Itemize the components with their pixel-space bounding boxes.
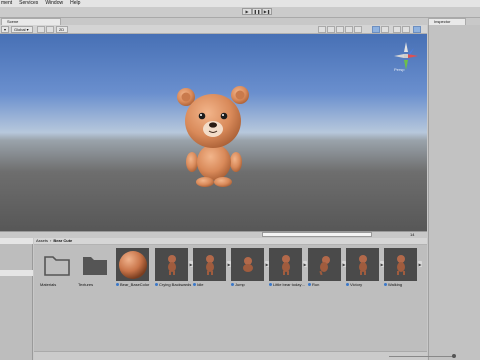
icon-size-slider-handle[interactable] xyxy=(452,354,456,358)
animation-preview-icon xyxy=(308,248,341,281)
folder-icon xyxy=(40,248,73,281)
animation-preview-icon xyxy=(384,248,417,281)
play-button[interactable]: ▶ xyxy=(242,8,252,15)
animation-type-icon xyxy=(193,283,196,287)
asset-tile-anim[interactable]: ▶ Victory xyxy=(346,248,384,293)
asset-label: Victory xyxy=(346,282,384,287)
animation-type-icon xyxy=(269,283,272,287)
asset-count-label: 14 xyxy=(410,232,415,237)
breadcrumb: Assets › Bear Cute xyxy=(34,238,427,245)
folder-tree-row[interactable] xyxy=(0,238,33,244)
scene-camera-icon[interactable] xyxy=(354,26,362,33)
inspector-panel xyxy=(428,25,480,360)
global-local-dropdown[interactable]: Global ▾ xyxy=(11,26,33,33)
draw-mode-button[interactable]: 2D xyxy=(56,26,68,33)
asset-tile-anim[interactable]: ▶ Little bear today… xyxy=(269,248,307,293)
animation-preview-icon xyxy=(269,248,302,281)
asset-label: Idle xyxy=(193,282,231,287)
pause-button[interactable]: ❚❚ xyxy=(252,8,262,15)
asset-label: Little bear today… xyxy=(269,282,307,287)
render-mode-icon[interactable] xyxy=(393,26,401,33)
icon-size-slider[interactable] xyxy=(389,356,454,357)
animation-type-icon xyxy=(346,283,349,287)
breadcrumb-bear-cute[interactable]: Bear Cute xyxy=(53,238,72,244)
asset-label: Textures xyxy=(78,282,94,287)
expand-arrow-icon[interactable]: ▶ xyxy=(418,261,422,267)
bear-character[interactable] xyxy=(172,84,256,188)
breadcrumb-assets[interactable]: Assets xyxy=(36,238,48,244)
tools-icon[interactable] xyxy=(381,26,389,33)
asset-tile-anim[interactable]: ▶ Jump xyxy=(231,248,269,293)
asset-tile-anim[interactable]: ▶ Walking xyxy=(384,248,422,293)
asset-tile-anim[interactable]: ▶ Crying Backwards xyxy=(155,248,193,293)
tab-inspector[interactable]: Inspector xyxy=(428,18,466,25)
asset-label: Walking xyxy=(384,282,422,287)
animation-preview-icon xyxy=(231,248,264,281)
menu-item-component[interactable]: ment xyxy=(1,0,12,7)
increment-snap-icon[interactable] xyxy=(46,26,54,33)
animation-type-icon xyxy=(231,283,234,287)
grid-snap-icon[interactable] xyxy=(37,26,45,33)
menu-bar: ment Services Window Help xyxy=(0,0,480,7)
animation-type-icon xyxy=(384,283,387,287)
material-type-icon xyxy=(116,283,119,287)
audio-icon[interactable] xyxy=(327,26,335,33)
project-search-input[interactable] xyxy=(262,232,372,237)
animation-preview-icon xyxy=(346,248,379,281)
asset-tile-anim[interactable]: ▶ Idle xyxy=(193,248,231,293)
animation-preview-icon xyxy=(155,248,188,281)
animation-type-icon xyxy=(155,283,158,287)
project-footer xyxy=(34,351,456,360)
tab-scene[interactable]: Scene xyxy=(1,18,61,25)
camera-icon[interactable] xyxy=(402,26,410,33)
center-pivot-dropdown[interactable]: ▾ xyxy=(1,26,9,33)
folder-tree-row[interactable] xyxy=(0,270,33,276)
asset-tile-textures[interactable]: Textures xyxy=(78,248,111,293)
asset-label: Crying Backwards xyxy=(155,282,193,287)
project-toolbar: 14 xyxy=(260,231,427,238)
folder-icon xyxy=(78,248,111,281)
asset-label: Jump xyxy=(231,282,269,287)
asset-tile-materials[interactable]: Materials xyxy=(40,248,73,293)
menu-item-services[interactable]: Services xyxy=(19,0,38,7)
asset-tile-anim[interactable]: ▶ Run xyxy=(308,248,346,293)
asset-label: Run xyxy=(308,282,346,287)
menu-item-window[interactable]: Window xyxy=(45,0,63,7)
project-folder-tree[interactable] xyxy=(0,238,33,360)
hidden-objects-icon[interactable] xyxy=(345,26,353,33)
expand-arrow-icon[interactable]: ▶ xyxy=(303,261,307,267)
material-sphere-icon xyxy=(116,248,149,281)
effects-icon[interactable] xyxy=(336,26,344,33)
animation-preview-icon xyxy=(193,248,226,281)
menu-item-help[interactable]: Help xyxy=(70,0,80,7)
asset-tile-material[interactable]: Bear_BaseColor xyxy=(116,248,149,293)
asset-label: Bear_BaseColor xyxy=(116,282,154,287)
asset-label: Materials xyxy=(40,282,57,287)
play-controls: ▶ ❚❚ ▶❚ xyxy=(242,8,272,15)
scene-toolbar: ▾ Global ▾ 2D xyxy=(0,25,427,34)
lighting-icon[interactable] xyxy=(318,26,326,33)
step-button[interactable]: ▶❚ xyxy=(262,8,272,15)
animation-type-icon xyxy=(308,283,311,287)
gizmos-icon[interactable] xyxy=(372,26,380,33)
search-scene-icon[interactable] xyxy=(413,26,421,33)
main-toolbar xyxy=(0,7,480,18)
breadcrumb-separator: › xyxy=(50,238,52,243)
projection-label[interactable]: Persp xyxy=(394,67,404,72)
